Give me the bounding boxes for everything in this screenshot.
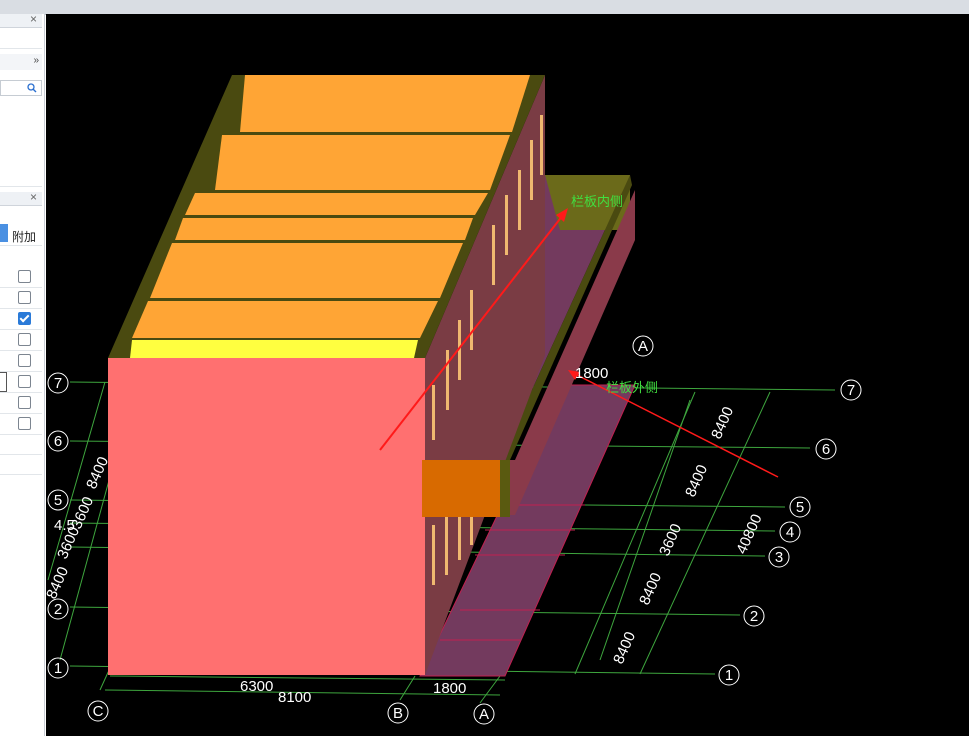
label-rail-outer: 栏板外侧 [606, 380, 658, 395]
dim-3600-r3: 3600 [656, 521, 685, 558]
attach-checkbox[interactable] [18, 291, 31, 304]
balcony-block [422, 460, 502, 517]
column-header-attach: 附加 [12, 230, 37, 244]
attach-checkbox[interactable] [18, 375, 31, 388]
roof-slab-yellow [130, 340, 418, 358]
axis-label-3: 3 [775, 549, 783, 566]
attach-checkbox[interactable] [18, 396, 31, 409]
left-panel: × » × 附加 [0, 12, 45, 736]
attach-checkbox[interactable] [18, 270, 31, 283]
divider [0, 186, 42, 187]
title-bar [0, 0, 969, 15]
close-icon[interactable]: × [30, 12, 37, 26]
roof-slab [132, 301, 438, 338]
divider [0, 287, 42, 288]
axis-label-4: 4 [786, 524, 794, 541]
divider [0, 329, 42, 330]
dim-40800: 40800 [733, 512, 765, 557]
divider [0, 454, 42, 455]
attach-checkbox[interactable] [18, 417, 31, 430]
expand-icon[interactable]: » [33, 55, 39, 66]
column-selector [0, 224, 8, 242]
balcony-block-side [500, 460, 510, 517]
roof-slab [215, 135, 510, 190]
dim-8400-r6: 8400 [610, 629, 639, 666]
divider [0, 392, 42, 393]
building-front-wall [108, 358, 425, 675]
attach-checkbox[interactable] [18, 354, 31, 367]
dim-45-l4: 4.5 [54, 517, 75, 534]
divider [0, 245, 42, 246]
divider [0, 434, 42, 435]
roof-slab [175, 218, 473, 240]
panel-header-top: × [0, 12, 42, 28]
search-input[interactable] [0, 80, 42, 96]
dim-8100: 8100 [278, 689, 311, 706]
roof-slab [240, 75, 530, 132]
3d-viewport[interactable]: 栏板内侧 栏板外侧 7 6 5 4 3 2 1 A 7 6 5 2 1 C B … [46, 14, 969, 736]
axis-label-b: B [393, 705, 403, 722]
divider [0, 350, 42, 351]
close-icon[interactable]: × [30, 190, 37, 204]
dim-8400-l5: 8400 [46, 564, 72, 601]
dim-8400-r1: 8400 [708, 404, 737, 441]
dim-8400-r5: 8400 [636, 570, 665, 607]
axis-label-a: A [479, 706, 489, 723]
axis-label-2-left: 2 [54, 601, 62, 618]
panel-header-properties: × [0, 190, 42, 206]
dim-8400-r2: 8400 [682, 462, 711, 499]
dim-1800-bottom: 1800 [433, 680, 466, 697]
axis-label-6: 6 [822, 441, 830, 458]
divider [0, 48, 42, 49]
axis-label-c: C [93, 703, 104, 720]
axis-label-2: 2 [750, 608, 758, 625]
label-rail-inner: 栏板内侧 [571, 194, 623, 209]
axis-label-7-left: 7 [54, 375, 62, 392]
axis-label-6-left: 6 [54, 433, 62, 450]
axis-label-1-left: 1 [54, 660, 62, 677]
dim-1800-top: 1800 [575, 365, 608, 382]
axis-label-7: 7 [847, 382, 855, 399]
divider [0, 474, 42, 475]
search-icon[interactable] [27, 83, 37, 93]
axis-label-1: 1 [725, 667, 733, 684]
building-model-scene: 栏板内侧 栏板外侧 7 6 5 4 3 2 1 A 7 6 5 2 1 C B … [46, 75, 862, 725]
row-edit-cell[interactable] [0, 372, 7, 392]
axis-label-5-left: 5 [54, 492, 62, 509]
attach-checkbox[interactable] [18, 333, 31, 346]
divider [0, 413, 42, 414]
divider [0, 308, 42, 309]
roof-slab [185, 193, 488, 215]
toolbar-strip: » [0, 54, 42, 70]
attach-checkbox-checked[interactable] [18, 312, 31, 325]
roof-slab [150, 243, 463, 298]
axis-label-5: 5 [796, 499, 804, 516]
axis-label-a-top: A [638, 338, 648, 355]
dim-6300: 6300 [240, 678, 273, 695]
